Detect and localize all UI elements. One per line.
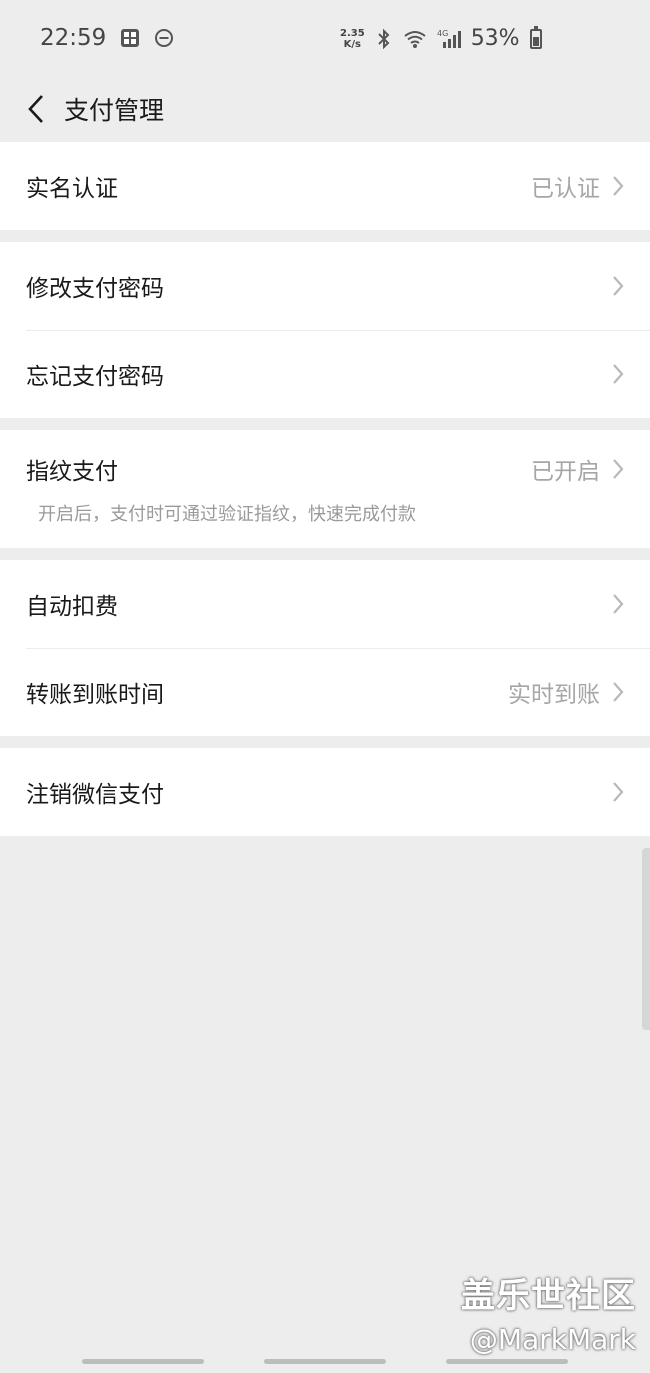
chevron-right-icon — [612, 174, 626, 198]
row-label: 转账到账时间 — [26, 682, 164, 708]
row-label: 修改支付密码 — [26, 276, 164, 302]
nav-home-button[interactable] — [264, 1358, 386, 1364]
chevron-right-icon — [612, 780, 626, 804]
back-button[interactable] — [20, 89, 52, 129]
row-label: 指纹支付 — [26, 459, 118, 485]
watermark-community: 盖乐世社区 — [461, 1276, 636, 1316]
row-deactivate-wechat-pay[interactable]: 注销微信支付 — [0, 748, 650, 836]
row-value: 已认证 — [531, 176, 600, 202]
row-label: 忘记支付密码 — [26, 364, 164, 390]
section-deactivate: 注销微信支付 — [0, 748, 650, 836]
row-transfer-arrival-time[interactable]: 转账到账时间 实时到账 — [0, 648, 650, 736]
section-password: 修改支付密码 忘记支付密码 — [0, 242, 650, 418]
chevron-right-icon — [612, 680, 626, 704]
row-forgot-pay-password[interactable]: 忘记支付密码 — [0, 330, 650, 418]
network-speed: 2.35 K/s — [340, 27, 365, 50]
row-value: 实时到账 — [508, 682, 600, 708]
nav-recents-button[interactable] — [82, 1358, 204, 1364]
row-fingerprint-pay[interactable]: 指纹支付 已开启 开启后，支付时可通过验证指纹，快速完成付款 — [0, 430, 650, 548]
chevron-right-icon — [612, 362, 626, 386]
row-label: 实名认证 — [26, 176, 118, 202]
bluetooth-icon — [375, 28, 393, 50]
chevron-right-icon — [612, 592, 626, 616]
section-payment-settings: 自动扣费 转账到账时间 实时到账 — [0, 560, 650, 736]
row-real-name-verification[interactable]: 实名认证 已认证 — [0, 142, 650, 230]
chevron-right-icon — [612, 457, 626, 481]
chevron-left-icon — [28, 95, 43, 123]
page-header: 支付管理 — [0, 76, 650, 142]
network-type-label: 4G — [437, 29, 448, 38]
chevron-right-icon — [612, 274, 626, 298]
status-bar: 22:59 2.35 K/s 4G 53% — [0, 0, 650, 76]
system-navigation-bar — [0, 1349, 650, 1373]
watermark: 盖乐世社区 @MarkMark — [461, 1268, 636, 1356]
row-label: 自动扣费 — [26, 594, 118, 620]
row-auto-deduction[interactable]: 自动扣费 — [0, 560, 650, 648]
status-time: 22:59 — [40, 25, 107, 51]
battery-percent: 53% — [470, 26, 520, 51]
page-title: 支付管理 — [64, 96, 165, 125]
row-change-pay-password[interactable]: 修改支付密码 — [0, 242, 650, 330]
wifi-icon — [403, 29, 427, 49]
section-fingerprint: 指纹支付 已开启 开启后，支付时可通过验证指纹，快速完成付款 — [0, 430, 650, 548]
row-description: 开启后，支付时可通过验证指纹，快速完成付款 — [38, 504, 416, 525]
nav-back-button[interactable] — [446, 1358, 568, 1364]
row-label: 注销微信支付 — [26, 782, 164, 808]
section-verification: 实名认证 已认证 — [0, 142, 650, 230]
battery-icon — [529, 25, 542, 49]
cellular-signal-icon: 4G — [437, 28, 461, 50]
do-not-disturb-icon — [154, 28, 174, 48]
row-value: 已开启 — [531, 459, 600, 485]
app-notification-icon — [120, 28, 140, 48]
scrollbar[interactable] — [642, 848, 650, 1030]
